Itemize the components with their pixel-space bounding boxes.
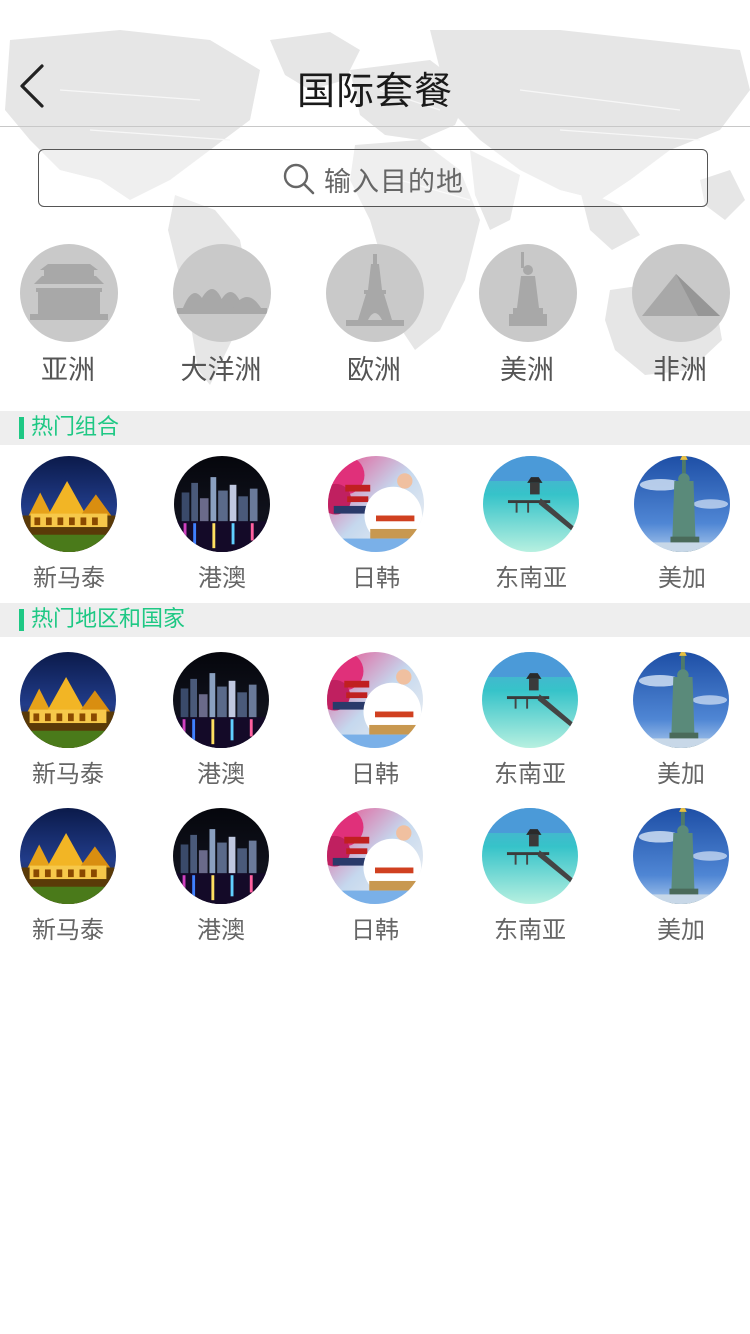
section-header-hot-combos: 热门组合 (0, 411, 750, 445)
destination-label: 日韩 (351, 760, 399, 788)
search-placeholder: 输入目的地 (324, 166, 464, 198)
thai-temple-night-photo (20, 808, 116, 904)
destination-item[interactable]: 日韩 (320, 652, 430, 788)
hot-regions-row-1: 新马泰 港澳 日韩 东南亚 美加 (0, 652, 750, 788)
japan-korea-collage-photo (328, 456, 424, 552)
japan-korea-collage-photo (327, 652, 423, 748)
destination-item[interactable]: 日韩 (320, 808, 430, 944)
japan-korea-collage-photo (327, 808, 423, 904)
destination-label: 东南亚 (494, 916, 566, 944)
continent-oceania[interactable]: 大洋洲 (161, 244, 281, 386)
destination-label: 美加 (657, 916, 705, 944)
thai-temple-night-photo (20, 652, 116, 748)
destination-item[interactable]: 东南亚 (476, 456, 586, 592)
header-region: 国际套餐 输入目的地 亚洲 大洋洲 欧洲 美洲 非洲 (0, 0, 750, 400)
destination-item[interactable]: 日韩 (321, 456, 431, 592)
hong-kong-night-skyline-photo (173, 808, 269, 904)
section-title: 热门地区和国家 (31, 607, 186, 632)
destination-item[interactable]: 东南亚 (475, 652, 585, 788)
eiffel-tower-icon (346, 254, 404, 326)
continent-label: 美洲 (500, 355, 554, 386)
destination-item[interactable]: 新马泰 (13, 652, 123, 788)
hong-kong-night-skyline-photo (173, 652, 269, 748)
statue-of-liberty-photo (634, 456, 730, 552)
destination-item[interactable]: 东南亚 (475, 808, 585, 944)
destination-label: 新马泰 (32, 916, 104, 944)
destination-item[interactable]: 美加 (627, 456, 737, 592)
tropical-pier-photo (482, 808, 578, 904)
destination-label: 港澳 (198, 564, 246, 592)
statue-of-liberty-icon (509, 252, 547, 326)
destination-item[interactable]: 美加 (626, 808, 736, 944)
continent-america[interactable]: 美洲 (467, 244, 587, 386)
destination-item[interactable]: 港澳 (166, 652, 276, 788)
continent-label: 亚洲 (41, 355, 95, 386)
destination-label: 东南亚 (495, 564, 567, 592)
destination-item[interactable]: 美加 (626, 652, 736, 788)
destination-label: 日韩 (352, 564, 400, 592)
search-icon (283, 163, 315, 195)
continent-selector: 亚洲 大洋洲 欧洲 美洲 非洲 (0, 244, 750, 386)
destination-item[interactable]: 港澳 (166, 808, 276, 944)
tropical-pier-photo (483, 456, 579, 552)
statue-of-liberty-photo (633, 808, 729, 904)
continent-africa[interactable]: 非洲 (620, 244, 740, 386)
continent-europe[interactable]: 欧洲 (314, 244, 434, 386)
destination-label: 日韩 (351, 916, 399, 944)
tropical-pier-photo (482, 652, 578, 748)
destination-item[interactable]: 新马泰 (14, 456, 124, 592)
destination-label: 美加 (658, 564, 706, 592)
continent-label: 大洋洲 (180, 355, 262, 386)
continent-label: 欧洲 (347, 355, 401, 386)
section-accent-bar (19, 609, 24, 631)
thai-temple-night-photo (21, 456, 117, 552)
destination-label: 东南亚 (494, 760, 566, 788)
navigation-header: 国际套餐 (0, 30, 750, 126)
continent-label: 非洲 (653, 355, 707, 386)
search-input[interactable]: 输入目的地 (38, 149, 708, 207)
hong-kong-night-skyline-photo (174, 456, 270, 552)
opera-house-icon (177, 289, 267, 314)
destination-label: 新马泰 (32, 760, 104, 788)
hot-combos-row: 新马泰 港澳 日韩 东南亚 美加 (0, 456, 750, 592)
hot-regions-row-2: 新马泰 港澳 日韩 东南亚 美加 (0, 808, 750, 944)
asian-palace-icon (30, 264, 108, 320)
destination-item[interactable]: 港澳 (167, 456, 277, 592)
section-header-hot-regions: 热门地区和国家 (0, 603, 750, 637)
pyramid-icon (642, 274, 720, 316)
destination-item[interactable]: 新马泰 (13, 808, 123, 944)
statue-of-liberty-photo (633, 652, 729, 748)
destination-label: 美加 (657, 760, 705, 788)
continent-asia[interactable]: 亚洲 (8, 244, 128, 386)
section-title: 热门组合 (31, 415, 120, 440)
header-divider (0, 126, 750, 127)
destination-label: 新马泰 (33, 564, 105, 592)
destination-label: 港澳 (197, 760, 245, 788)
page-title: 国际套餐 (296, 69, 453, 113)
destination-label: 港澳 (197, 916, 245, 944)
section-accent-bar (19, 417, 24, 439)
